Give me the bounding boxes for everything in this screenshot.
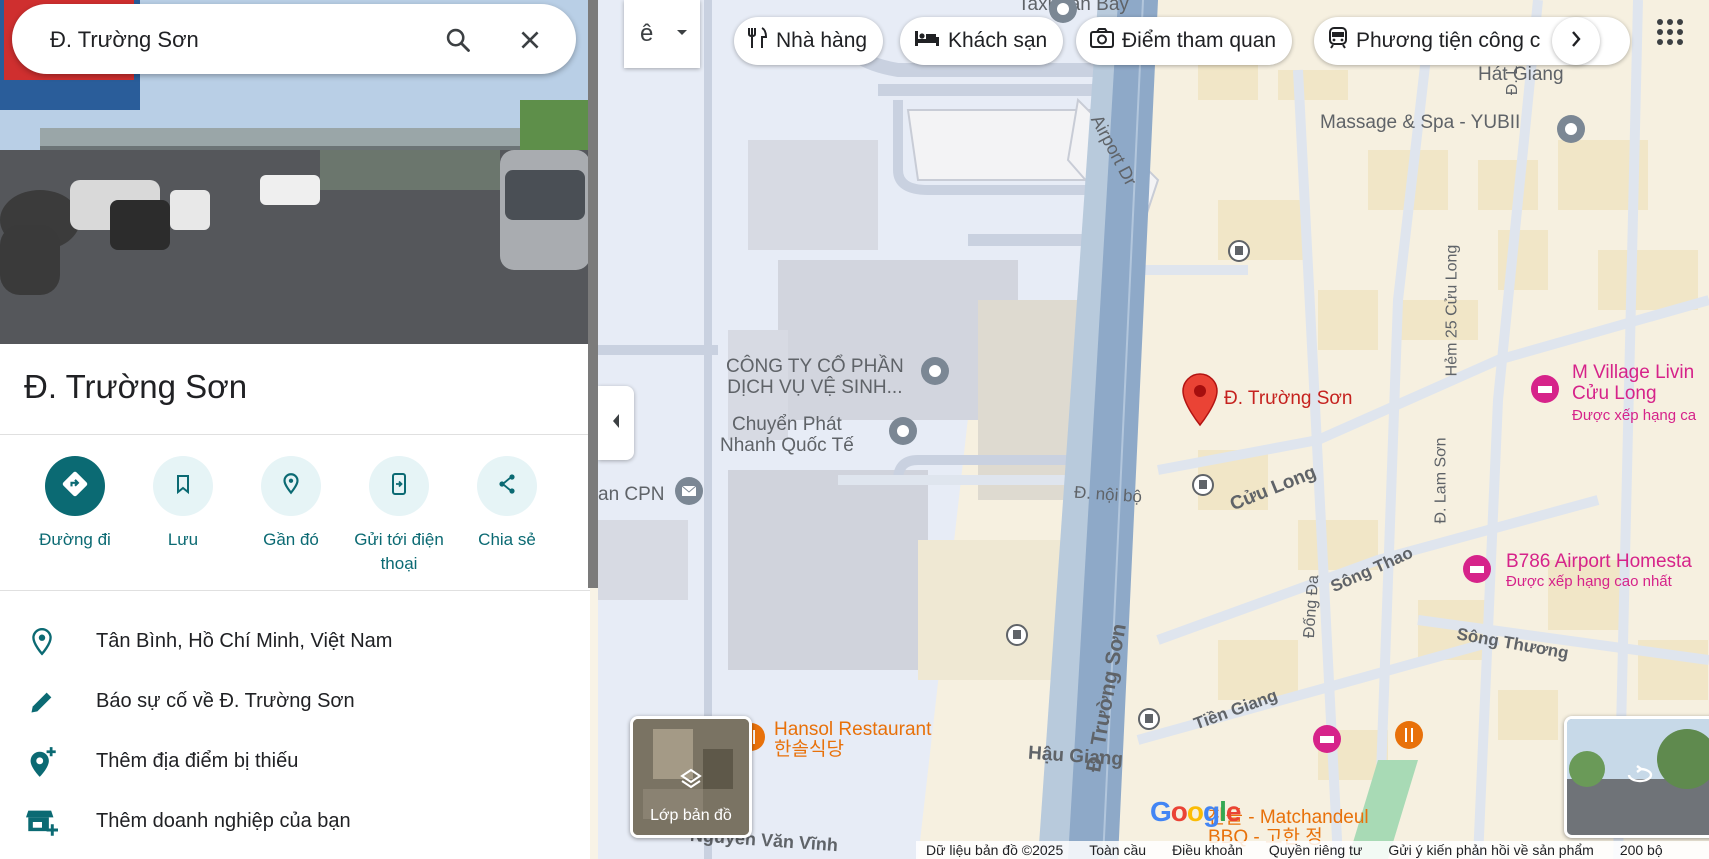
input-tool-glyph: ê [640,20,654,47]
share-icon [495,472,519,501]
map-label-congty[interactable]: CÔNG TY CỔ PHẦN DỊCH VỤ VỆ SINH... [726,356,904,398]
send-to-phone-button[interactable]: Gửi tới điện thoại [344,456,454,576]
map-label-truong-son-pin[interactable]: Đ. Trường Sơn [1224,388,1352,410]
map-label-hem25: Hẻm 25 Cửu Long [1443,244,1461,377]
chip-hotels[interactable]: Khách sạn [900,17,1064,65]
street-view-thumbnail[interactable] [1564,716,1709,838]
chip-attractions[interactable]: Điểm tham quan [1076,17,1293,65]
report-issue-text: Báo sự cố về Đ. Trường Sơn [96,690,355,712]
search-icon[interactable] [440,22,476,58]
apps-grid-icon[interactable] [1656,18,1684,51]
footer-scale[interactable]: 200 bộ [1620,842,1663,858]
restaurant-icon [748,27,768,55]
map-label-chuyen-phat[interactable]: Chuyển Phát Nhanh Quốc Tế [720,414,854,456]
share-button[interactable]: Chia sẻ [452,456,562,552]
layers-button[interactable]: Lớp bản đồ [630,716,752,838]
location-pin-icon [26,626,58,658]
directions-icon [61,470,89,503]
add-business-text: Thêm doanh nghiệp của bạn [96,810,351,832]
add-business-row[interactable]: Thêm doanh nghiệp của bạn [0,790,590,850]
address-text: Tân Bình, Hồ Chí Minh, Việt Nam [96,630,393,652]
place-panel: Đ. Trường Sơn Đường đi Lưu Gần đó Gửi tớ… [0,0,590,859]
chips-next-button[interactable] [1552,17,1600,65]
save-button[interactable]: Lưu [128,456,238,552]
chip-attractions-label: Điểm tham quan [1122,29,1277,52]
map-footer: Dữ liệu bản đồ ©2025 Toàn cầu Điều khoản… [916,841,1709,859]
footer-global-link[interactable]: Toàn cầu [1089,842,1146,858]
chip-transit-label: Phương tiện công c [1356,29,1541,52]
nearby-label: Gần đó [263,530,319,549]
map-label-massage[interactable]: Massage & Spa - YUBII [1320,112,1520,133]
hotel-icon [914,29,940,53]
chevron-left-icon [611,413,621,434]
map-label-cpn[interactable]: an CPN [598,484,665,505]
footer-feedback-link[interactable]: Gửi ý kiến phản hồi về sản phẩm [1388,842,1594,858]
map-label-b786[interactable]: B786 Airport Homesta Được xếp hạng cao nh… [1506,552,1692,591]
report-issue-row[interactable]: Báo sự cố về Đ. Trường Sơn [0,670,590,730]
bookmark-icon [171,472,195,501]
add-missing-place-row[interactable]: Thêm địa điểm bị thiếu [0,730,590,790]
layers-icon [679,767,703,796]
send-to-phone-icon [387,472,411,501]
add-business-icon [26,806,58,838]
pencil-icon [26,686,58,718]
share-label: Chia sẻ [478,530,536,549]
train-icon [1328,27,1348,55]
panel-scrollbar[interactable] [588,0,598,588]
chevron-right-icon [1570,30,1582,53]
nearby-button[interactable]: Gần đó [236,456,346,552]
map-label-hansol[interactable]: Hansol Restaurant 한솔식당 [774,720,931,760]
map-canvas[interactable]: Taxi Sân Bay Hát Giang Massage & Spa - Y… [598,0,1709,859]
chip-hotels-label: Khách sạn [948,29,1048,52]
chip-restaurants-label: Nhà hàng [776,29,868,52]
save-label: Lưu [167,530,199,549]
add-location-icon [26,746,58,778]
google-logo: Google [1150,796,1241,827]
page-title: Đ. Trường Sơn [24,368,248,405]
footer-terms-link[interactable]: Điều khoản [1172,842,1243,858]
chip-restaurants[interactable]: Nhà hàng [734,17,884,65]
divider [0,590,590,591]
directions-label: Đường đi [39,530,111,549]
map-label-d-l: Đ. L [1504,65,1522,96]
address-row[interactable]: Tân Bình, Hồ Chí Minh, Việt Nam [0,610,590,670]
rotate-360-icon [1625,765,1655,790]
close-icon[interactable] [512,22,548,58]
camera-icon [1090,28,1114,54]
search-input[interactable] [48,24,432,56]
footer-map-data: Dữ liệu bản đồ ©2025 [926,842,1064,858]
footer-privacy-link[interactable]: Quyền riêng tư [1269,842,1362,858]
map-label-m-village[interactable]: M Village Livin Cửu Long Được xếp hạng ca [1572,362,1696,426]
search-box [12,4,576,74]
send-to-phone-label: Gửi tới điện thoại [354,530,444,573]
map-label-dong-da: Đống Đa [1300,574,1323,639]
input-tool-button[interactable]: ê [624,0,700,68]
directions-button[interactable]: Đường đi [20,456,130,552]
collapse-panel-button[interactable] [598,386,634,460]
divider [0,434,590,435]
chevron-down-icon [675,25,689,43]
add-missing-place-text: Thêm địa điểm bị thiếu [96,750,299,772]
layers-label: Lớp bản đồ [650,807,732,824]
nearby-icon [278,471,304,502]
map-label-lam-son: Đ. Lam Sơn [1432,437,1450,524]
